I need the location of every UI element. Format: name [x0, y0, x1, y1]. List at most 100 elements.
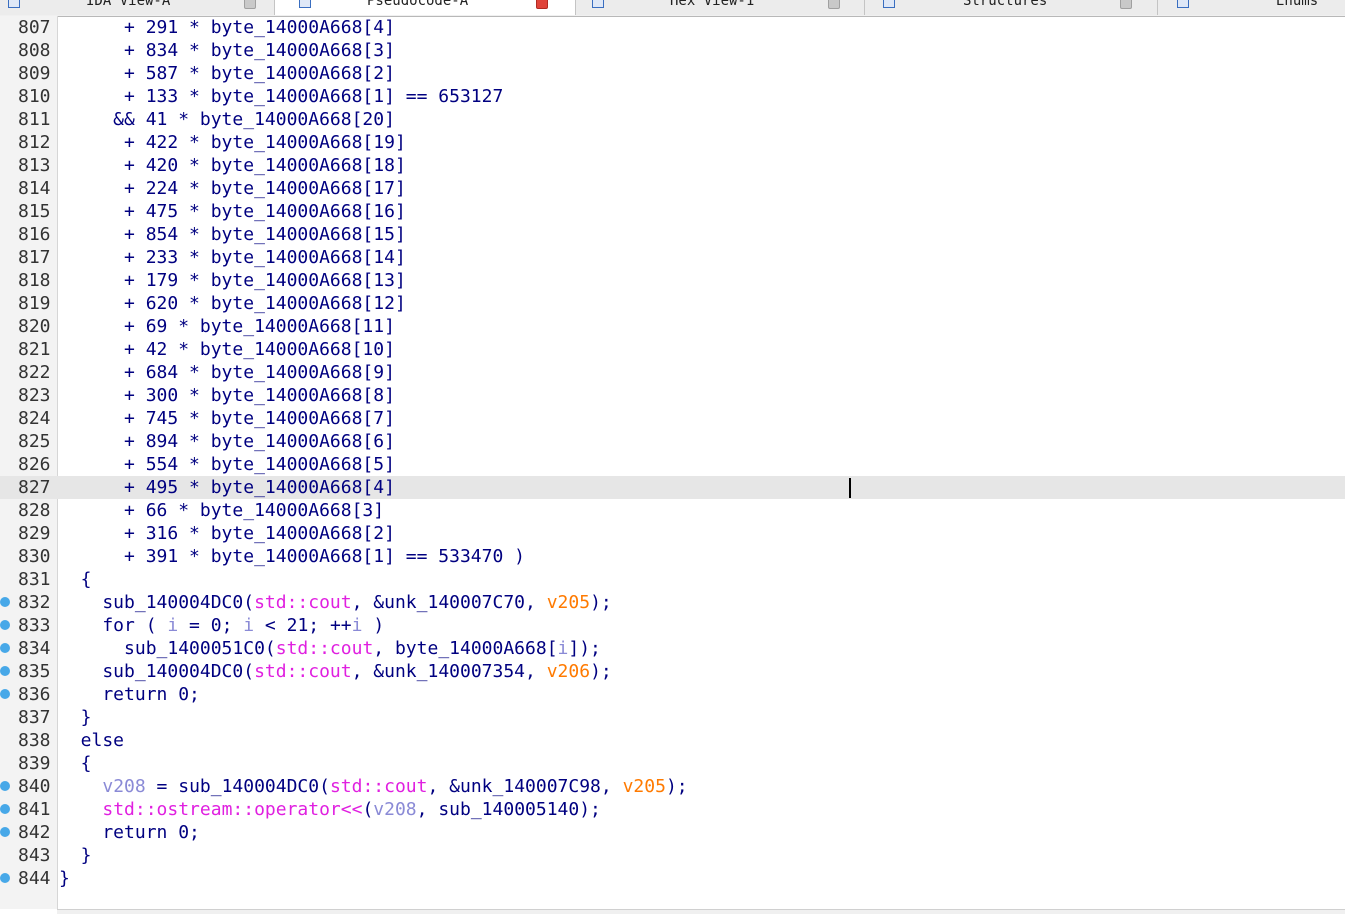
- code-token: + 233 * byte_14000A668[14]: [59, 247, 406, 268]
- code-token: );: [590, 661, 612, 682]
- code-line[interactable]: 827 + 495 * byte_14000A668[4]: [0, 476, 1345, 499]
- code-line[interactable]: 834 sub_1400051C0(std::cout, byte_14000A…: [0, 637, 1345, 660]
- code-token: }: [59, 707, 92, 728]
- code-line[interactable]: 833 for ( i = 0; i < 21; ++i ): [0, 614, 1345, 637]
- code-line[interactable]: 838 else: [0, 729, 1345, 752]
- code-line[interactable]: 821 + 42 * byte_14000A668[10]: [0, 338, 1345, 361]
- line-number: 818: [18, 270, 51, 291]
- code-text: + 684 * byte_14000A668[9]: [59, 361, 395, 384]
- code-text: + 391 * byte_14000A668[1] == 533470 ): [59, 545, 525, 568]
- code-line[interactable]: 823 + 300 * byte_14000A668[8]: [0, 384, 1345, 407]
- code-token: , &unk_140007C70,: [351, 592, 547, 613]
- line-number: 814: [18, 178, 51, 199]
- tab-pseudocode-a[interactable]: Pseudocode-A: [275, 0, 576, 15]
- code-line[interactable]: 822 + 684 * byte_14000A668[9]: [0, 361, 1345, 384]
- tab-ida-view-a[interactable]: IDA View-A: [0, 0, 275, 15]
- code-line[interactable]: 812 + 422 * byte_14000A668[19]: [0, 131, 1345, 154]
- line-number: 807: [18, 17, 51, 38]
- code-token: v205: [622, 776, 666, 797]
- line-number: 809: [18, 63, 51, 84]
- code-text: + 420 * byte_14000A668[18]: [59, 154, 406, 177]
- code-line[interactable]: 824 + 745 * byte_14000A668[7]: [0, 407, 1345, 430]
- code-text: std::ostream::operator<<(v208, sub_14000…: [59, 798, 601, 821]
- breakpoint-icon[interactable]: [0, 804, 10, 814]
- line-number: 824: [18, 408, 51, 429]
- code-line[interactable]: 810 + 133 * byte_14000A668[1] == 653127: [0, 85, 1345, 108]
- code-line[interactable]: 820 + 69 * byte_14000A668[11]: [0, 315, 1345, 338]
- code-token: ): [362, 615, 385, 636]
- breakpoint-icon[interactable]: [0, 597, 10, 607]
- line-number: 815: [18, 201, 51, 222]
- code-text: }: [59, 844, 92, 867]
- code-line[interactable]: 844}: [0, 867, 1345, 890]
- code-token: + 422 * byte_14000A668[19]: [59, 132, 406, 153]
- code-line[interactable]: 808 + 834 * byte_14000A668[3]: [0, 39, 1345, 62]
- breakpoint-icon[interactable]: [0, 781, 10, 791]
- code-line[interactable]: 814 + 224 * byte_14000A668[17]: [0, 177, 1345, 200]
- line-number: 835: [18, 661, 51, 682]
- line-number: 813: [18, 155, 51, 176]
- breakpoint-icon[interactable]: [0, 827, 10, 837]
- tab-structures[interactable]: Structures: [865, 0, 1158, 15]
- code-line[interactable]: 837 }: [0, 706, 1345, 729]
- code-token: std::ostream::operator<<: [102, 799, 363, 820]
- code-token: return 0;: [59, 822, 200, 843]
- line-number: 842: [18, 822, 51, 843]
- code-token: + 316 * byte_14000A668[2]: [59, 523, 395, 544]
- code-line[interactable]: 813 + 420 * byte_14000A668[18]: [0, 154, 1345, 177]
- code-line[interactable]: 829 + 316 * byte_14000A668[2]: [0, 522, 1345, 545]
- close-icon[interactable]: [1120, 0, 1132, 9]
- horizontal-scrollbar[interactable]: [57, 909, 1345, 914]
- breakpoint-icon[interactable]: [0, 689, 10, 699]
- code-line[interactable]: 832 sub_140004DC0(std::cout, &unk_140007…: [0, 591, 1345, 614]
- code-line[interactable]: 819 + 620 * byte_14000A668[12]: [0, 292, 1345, 315]
- code-line[interactable]: 843 }: [0, 844, 1345, 867]
- code-line[interactable]: 816 + 854 * byte_14000A668[15]: [0, 223, 1345, 246]
- code-token: + 894 * byte_14000A668[6]: [59, 431, 395, 452]
- code-line[interactable]: 811 && 41 * byte_14000A668[20]: [0, 108, 1345, 131]
- code-token: + 554 * byte_14000A668[5]: [59, 454, 395, 475]
- code-line[interactable]: 831 {: [0, 568, 1345, 591]
- code-line[interactable]: 807 + 291 * byte_14000A668[4]: [0, 16, 1345, 39]
- code-text: return 0;: [59, 821, 200, 844]
- line-number: 833: [18, 615, 51, 636]
- tab-enums[interactable]: Enums: [1158, 0, 1345, 15]
- breakpoint-icon[interactable]: [0, 620, 10, 630]
- close-icon[interactable]: [244, 0, 256, 9]
- code-token: + 42 * byte_14000A668[10]: [59, 339, 395, 360]
- code-line[interactable]: 836 return 0;: [0, 683, 1345, 706]
- code-text: + 422 * byte_14000A668[19]: [59, 131, 406, 154]
- code-line[interactable]: 809 + 587 * byte_14000A668[2]: [0, 62, 1345, 85]
- code-line[interactable]: 830 + 391 * byte_14000A668[1] == 533470 …: [0, 545, 1345, 568]
- code-line[interactable]: 818 + 179 * byte_14000A668[13]: [0, 269, 1345, 292]
- code-line[interactable]: 828 + 66 * byte_14000A668[3]: [0, 499, 1345, 522]
- code-line[interactable]: 840 v208 = sub_140004DC0(std::cout, &unk…: [0, 775, 1345, 798]
- line-number: 834: [18, 638, 51, 659]
- code-token: + 834 * byte_14000A668[3]: [59, 40, 395, 61]
- code-line[interactable]: 839 {: [0, 752, 1345, 775]
- tab-bar: IDA View-A Pseudocode-A Hex View-1 Struc…: [0, 0, 1345, 17]
- breakpoint-icon[interactable]: [0, 666, 10, 676]
- line-number: 838: [18, 730, 51, 751]
- line-number: 826: [18, 454, 51, 475]
- breakpoint-icon[interactable]: [0, 643, 10, 653]
- code-line[interactable]: 842 return 0;: [0, 821, 1345, 844]
- code-line[interactable]: 841 std::ostream::operator<<(v208, sub_1…: [0, 798, 1345, 821]
- tab-label: Enums: [1276, 0, 1319, 9]
- code-text: {: [59, 752, 92, 775]
- close-icon[interactable]: [536, 0, 548, 9]
- code-text: + 475 * byte_14000A668[16]: [59, 200, 406, 223]
- code-token: i: [243, 615, 255, 636]
- code-line[interactable]: 817 + 233 * byte_14000A668[14]: [0, 246, 1345, 269]
- code-token: sub_140004DC0(: [59, 592, 255, 613]
- code-text: + 233 * byte_14000A668[14]: [59, 246, 406, 269]
- close-icon[interactable]: [828, 0, 840, 9]
- code-line[interactable]: 825 + 894 * byte_14000A668[6]: [0, 430, 1345, 453]
- code-line[interactable]: 826 + 554 * byte_14000A668[5]: [0, 453, 1345, 476]
- code-token: }: [59, 845, 92, 866]
- code-line[interactable]: 835 sub_140004DC0(std::cout, &unk_140007…: [0, 660, 1345, 683]
- code-token: (: [362, 799, 374, 820]
- code-line[interactable]: 815 + 475 * byte_14000A668[16]: [0, 200, 1345, 223]
- breakpoint-icon[interactable]: [0, 873, 10, 883]
- tab-hex-view-1[interactable]: Hex View-1: [576, 0, 865, 15]
